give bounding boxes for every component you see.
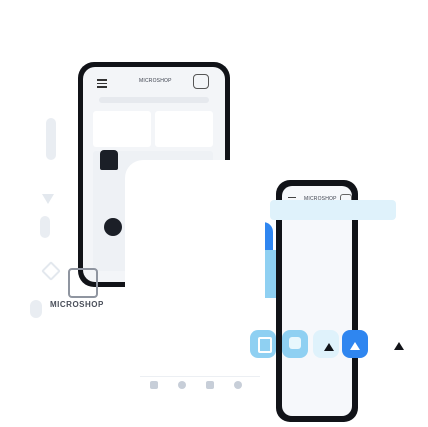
phone-front <box>125 160 265 410</box>
mountain-icon-light <box>350 342 360 350</box>
home-icon <box>289 337 301 349</box>
header-brand: MICROSHOP <box>139 78 172 84</box>
pale-banner <box>270 200 396 220</box>
user-icon[interactable] <box>178 381 186 389</box>
bottom-nav <box>140 376 260 393</box>
mountain-icon-small <box>394 342 404 350</box>
logo-text: MICROSHOP <box>50 300 104 309</box>
bg-curve <box>30 300 42 318</box>
bg-arrow-icon <box>42 194 54 204</box>
chat-icon[interactable] <box>193 74 209 89</box>
cart-icon <box>258 337 272 353</box>
profile-icon[interactable] <box>234 381 242 389</box>
logo-bag-icon <box>68 268 98 298</box>
bag-icon <box>104 218 122 236</box>
bg-bar <box>46 118 56 160</box>
product-card[interactable] <box>155 111 213 147</box>
bg-pill <box>40 216 50 238</box>
home-nav-icon[interactable] <box>150 381 158 389</box>
mountain-icon <box>324 343 334 351</box>
product-card[interactable] <box>93 111 151 147</box>
phone-right-screen <box>282 186 352 416</box>
search-bar[interactable] <box>99 97 209 103</box>
pen-icon <box>41 261 61 281</box>
menu-icon[interactable] <box>97 79 107 88</box>
cart-nav-icon[interactable] <box>206 381 214 389</box>
tshirt-icon <box>100 150 118 170</box>
